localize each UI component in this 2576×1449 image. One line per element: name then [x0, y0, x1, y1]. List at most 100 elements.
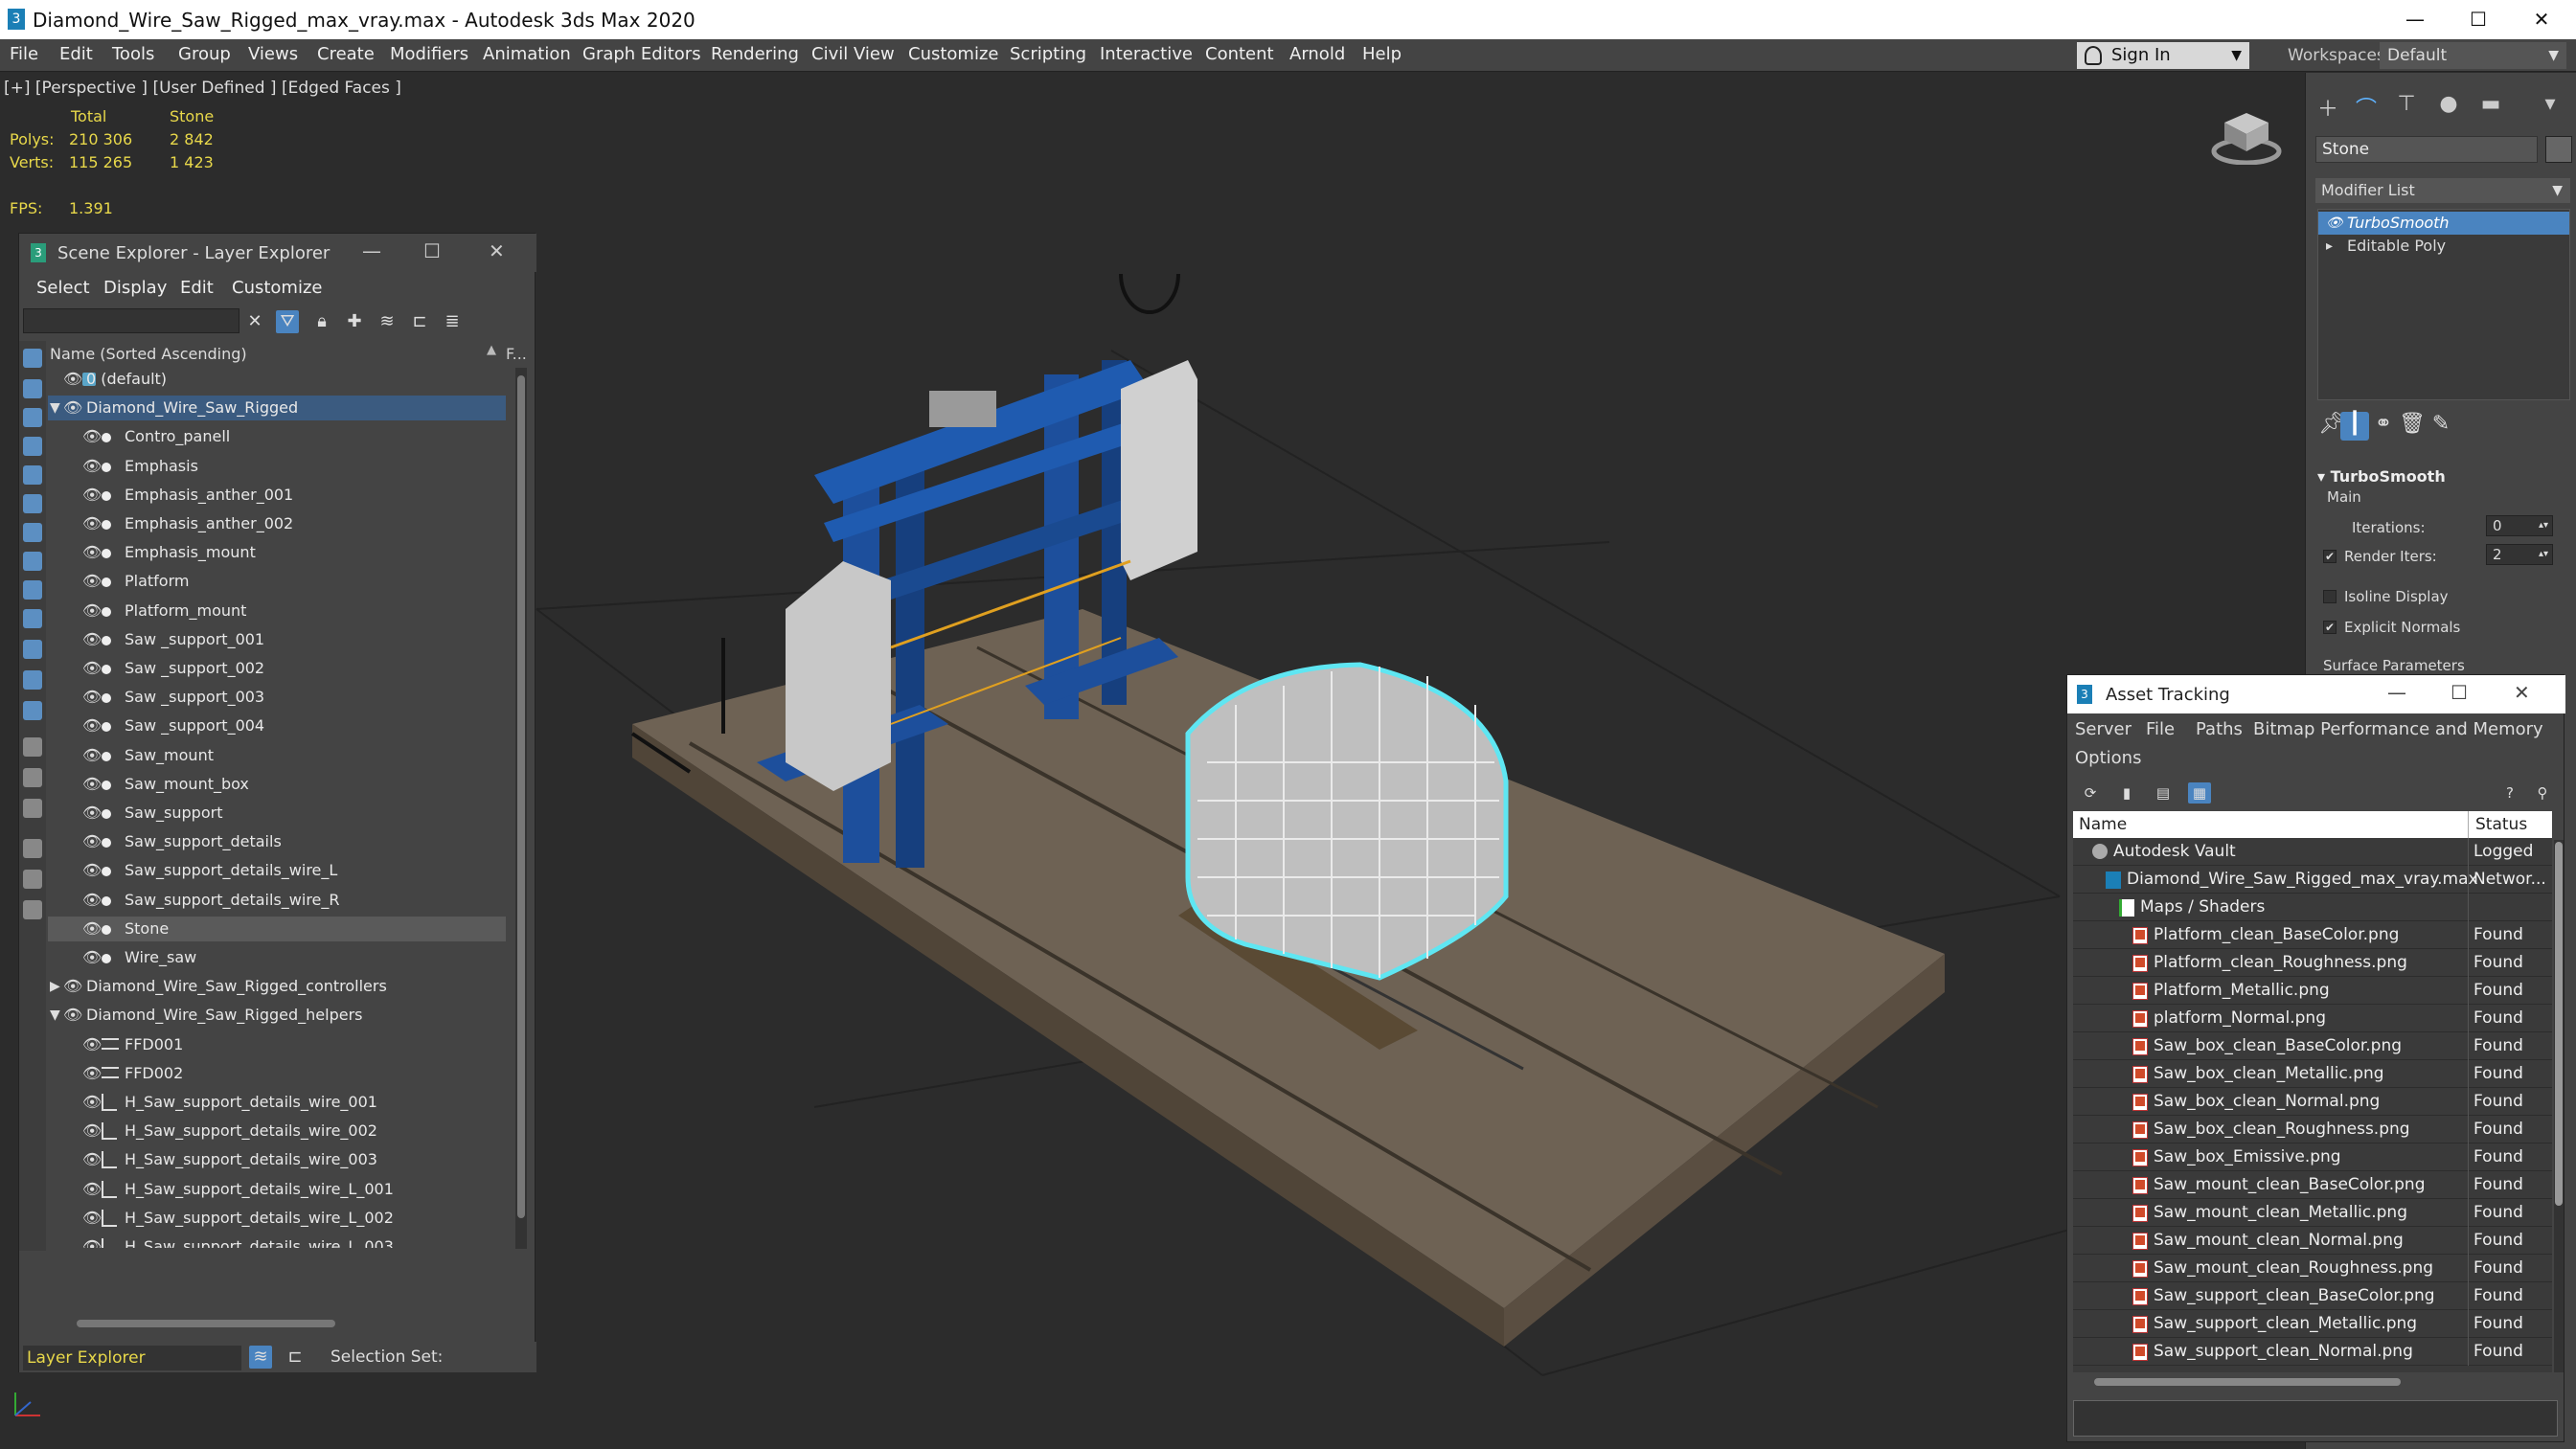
- asset-row[interactable]: Saw_support_clean_BaseColor.png Found: [2073, 1282, 2552, 1310]
- stack-item-editable-poly[interactable]: ▸ Editable Poly: [2318, 235, 2569, 258]
- at-menu-options[interactable]: Options: [2075, 748, 2141, 768]
- eye-icon[interactable]: 👁︎: [82, 1177, 102, 1202]
- viewport-label[interactable]: [+] [Perspective ] [User Defined ] [Edge…: [4, 79, 401, 98]
- folder-icon[interactable]: [23, 900, 42, 919]
- spinner-arrows-icon[interactable]: ▴▾: [2539, 545, 2548, 564]
- asset-path-field[interactable]: [2073, 1400, 2558, 1437]
- menu-help[interactable]: Help: [1362, 44, 1402, 64]
- menu-civil-view[interactable]: Civil View: [811, 44, 895, 64]
- helpers-filter-icon[interactable]: [23, 494, 42, 513]
- sign-in-button[interactable]: Sign In ▼: [2077, 42, 2249, 69]
- tree-row[interactable]: 👁︎ Contro_panell: [48, 424, 506, 449]
- motion-tab-icon[interactable]: ●: [2434, 92, 2463, 121]
- hierarchy-toggle-icon[interactable]: ⊏: [284, 1346, 307, 1369]
- scene-explorer-titlebar[interactable]: 3 Scene Explorer - Layer Explorer — ☐ ✕: [19, 234, 536, 272]
- column-divider[interactable]: [2468, 811, 2469, 838]
- iterations-spinner[interactable]: 0 ▴▾: [2486, 515, 2553, 536]
- at-menu-paths[interactable]: Paths: [2196, 719, 2243, 739]
- column-name[interactable]: Name: [2079, 815, 2127, 834]
- object-name-field[interactable]: Stone: [2315, 136, 2538, 163]
- create-tab-icon[interactable]: ＋: [2314, 92, 2342, 122]
- utilities-tab-icon[interactable]: ▾: [2536, 92, 2565, 121]
- eye-icon[interactable]: 👁︎: [82, 540, 102, 565]
- eye-icon[interactable]: 👁︎: [82, 454, 102, 479]
- tree-row[interactable]: ▼ 👁︎ Diamond_Wire_Saw_Rigged: [48, 396, 506, 421]
- menu-customize[interactable]: Customize: [908, 44, 998, 64]
- tree-vertical-scrollbar[interactable]: [515, 368, 527, 1249]
- tree-row[interactable]: 👁︎ FFD001: [48, 1032, 506, 1057]
- asset-tracking-titlebar[interactable]: 3 Asset Tracking — ☐ ✕: [2067, 675, 2565, 713]
- stack-item-turbosmooth[interactable]: 👁︎ TurboSmooth: [2318, 212, 2569, 235]
- menu-modifiers[interactable]: Modifiers: [390, 44, 468, 64]
- delete-modifier-icon[interactable]: 🗑︎: [2398, 412, 2427, 441]
- eye-icon[interactable]: 👁︎: [63, 367, 82, 392]
- tree-row[interactable]: 👁︎ Saw _support_003: [48, 685, 506, 710]
- tree-row[interactable]: 👁︎ Saw_mount: [48, 743, 506, 768]
- eye-icon[interactable]: 👁︎: [82, 1206, 102, 1231]
- lock-icon[interactable]: 🔒︎: [310, 310, 333, 333]
- asset-table[interactable]: Name Status Autodesk Vault Logged Diamond_…: [2073, 811, 2552, 1372]
- tree-row[interactable]: 👁︎ Emphasis_mount: [48, 540, 506, 565]
- tree-row[interactable]: 👁︎ Emphasis_anther_002: [48, 511, 506, 536]
- menu-scripting[interactable]: Scripting: [1010, 44, 1086, 64]
- eye-icon[interactable]: 👁︎: [82, 656, 102, 681]
- eye-icon[interactable]: 👁︎: [82, 801, 102, 826]
- render-iters-spinner[interactable]: 2 ▴▾: [2486, 544, 2553, 565]
- eye-icon[interactable]: 👁︎: [82, 917, 102, 941]
- eye-icon[interactable]: 👁︎: [82, 1032, 102, 1057]
- asset-row[interactable]: Saw_mount_clean_Normal.png Found: [2073, 1227, 2552, 1255]
- tree-row[interactable]: 👁︎ Saw _support_004: [48, 713, 506, 738]
- eye-icon[interactable]: 👁︎: [63, 396, 82, 420]
- turbosmooth-rollout-title[interactable]: ▾ TurboSmooth: [2317, 467, 2446, 486]
- modify-tab-icon[interactable]: ⌒: [2352, 92, 2381, 122]
- tree-row[interactable]: 👁︎ Saw_mount_box: [48, 772, 506, 797]
- eye-icon[interactable]: 👁︎: [82, 424, 102, 449]
- add-to-layer-icon[interactable]: ✚: [343, 310, 366, 333]
- eye-icon[interactable]: 👁︎: [63, 1003, 82, 1028]
- scrollbar-thumb[interactable]: [2555, 842, 2563, 1206]
- close-icon[interactable]: ✕: [2514, 681, 2530, 704]
- column-freeze[interactable]: F...: [506, 345, 527, 363]
- menu-group[interactable]: Group: [178, 44, 231, 64]
- asset-row[interactable]: Saw_mount_clean_Metallic.png Found: [2073, 1199, 2552, 1227]
- asset-row[interactable]: Diamond_Wire_Saw_Rigged_max_vray.max Netw…: [2073, 866, 2552, 894]
- tree-row[interactable]: 👁︎ FFD002: [48, 1061, 506, 1086]
- eye-icon[interactable]: 👁︎: [82, 599, 102, 623]
- menu-tools[interactable]: Tools: [112, 44, 154, 64]
- tree-row[interactable]: ▼ 👁︎ Diamond_Wire_Saw_Rigged_helpers: [48, 1003, 506, 1028]
- menu-content[interactable]: Content: [1205, 44, 1274, 64]
- close-icon[interactable]: ✕: [489, 239, 505, 262]
- at-menu-file[interactable]: File: [2146, 719, 2175, 739]
- eye-icon[interactable]: 👁︎: [82, 483, 102, 508]
- tree-row[interactable]: 👁︎ H_Saw_support_details_wire_L_002: [48, 1206, 506, 1231]
- modifier-list-dropdown[interactable]: Modifier List ▼: [2315, 178, 2570, 203]
- select-none-icon[interactable]: [23, 799, 42, 818]
- asset-row[interactable]: platform_Normal.png Found: [2073, 1005, 2552, 1032]
- close-button[interactable]: ✕: [2519, 6, 2564, 33]
- display-all-icon[interactable]: [23, 349, 42, 368]
- funnel-icon[interactable]: [23, 839, 42, 858]
- containers-filter-icon[interactable]: [23, 640, 42, 659]
- collapse-triangle-icon[interactable]: ▼: [50, 1003, 60, 1028]
- list-view-icon[interactable]: ▮: [2115, 782, 2138, 804]
- tree-row[interactable]: 👁︎ H_Saw_support_details_wire_001: [48, 1090, 506, 1115]
- menu-arnold[interactable]: Arnold: [1289, 44, 1345, 64]
- tree-horizontal-scrollbar[interactable]: [77, 1320, 335, 1327]
- collapse-triangle-icon[interactable]: ▼: [50, 396, 60, 420]
- spacewarps-filter-icon[interactable]: [23, 523, 42, 542]
- eye-icon[interactable]: 👁︎: [82, 945, 102, 970]
- eye-icon[interactable]: 👁︎: [82, 888, 102, 913]
- menu-graph-editors[interactable]: Graph Editors: [582, 44, 701, 64]
- menu-animation[interactable]: Animation: [483, 44, 571, 64]
- tree-row[interactable]: 👁︎ Platform: [48, 569, 506, 594]
- minimize-icon[interactable]: —: [362, 239, 381, 262]
- scene-tree[interactable]: 👁︎ 0 (default) ▼ 👁︎ Diamond_Wire_Saw_Rigged 👁…: [48, 367, 506, 1248]
- asset-row[interactable]: Saw_box_clean_Normal.png Found: [2073, 1088, 2552, 1116]
- column-status[interactable]: Status: [2475, 815, 2527, 834]
- show-end-result-icon[interactable]: ┃: [2340, 412, 2369, 441]
- xrefs-filter-icon[interactable]: [23, 580, 42, 600]
- eye-icon[interactable]: 👁︎: [82, 1119, 102, 1143]
- eye-icon[interactable]: 👁︎: [82, 713, 102, 738]
- eye-icon[interactable]: 👁︎: [82, 569, 102, 594]
- workspace-select[interactable]: Default ▼: [2380, 42, 2566, 69]
